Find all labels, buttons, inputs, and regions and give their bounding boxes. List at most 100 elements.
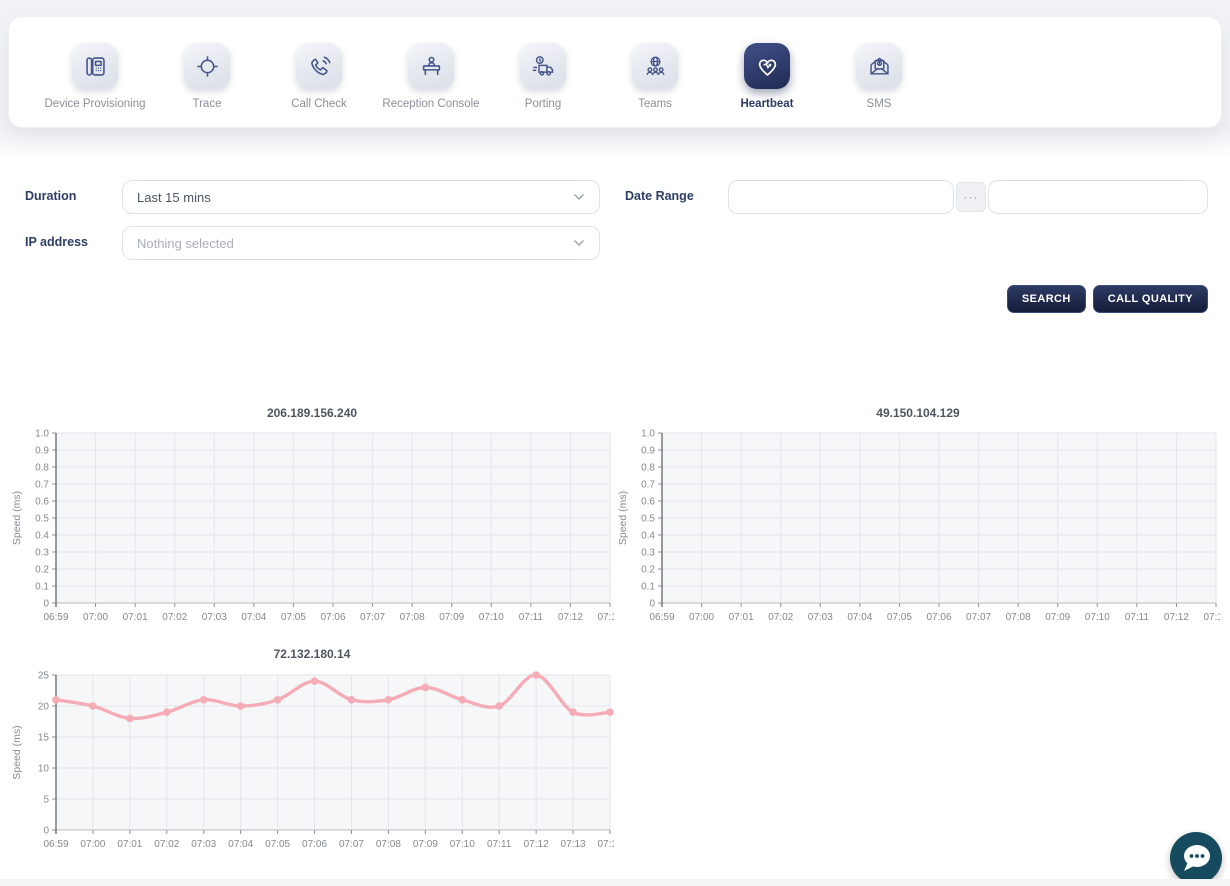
- svg-text:07:10: 07:10: [450, 839, 475, 850]
- svg-text:0.9: 0.9: [641, 446, 655, 457]
- nav-tile: [856, 43, 902, 89]
- line-chart-canvas: 051015202506:5907:0007:0107:0207:0307:04…: [10, 667, 614, 857]
- nav-item-trace[interactable]: Trace: [151, 43, 263, 110]
- svg-text:0.9: 0.9: [35, 446, 49, 457]
- svg-text:07:03: 07:03: [191, 839, 216, 850]
- search-button[interactable]: SEARCH: [1007, 285, 1086, 313]
- svg-text:1.0: 1.0: [35, 429, 49, 440]
- nav-label: Call Check: [291, 98, 347, 110]
- nav-label: Reception Console: [382, 98, 479, 110]
- svg-text:06:59: 06:59: [43, 839, 68, 850]
- date-range-end-input[interactable]: [988, 180, 1208, 214]
- nav-label: SMS: [867, 98, 892, 110]
- ip-address-select[interactable]: Nothing selected: [122, 226, 600, 260]
- svg-text:0: 0: [43, 826, 49, 837]
- svg-text:07:09: 07:09: [1045, 612, 1070, 623]
- action-buttons: SEARCH CALL QUALITY: [1007, 285, 1208, 313]
- svg-text:07:13: 07:13: [1203, 612, 1220, 623]
- svg-text:07:04: 07:04: [847, 612, 872, 623]
- nav-item-call-check[interactable]: Call Check: [263, 43, 375, 110]
- envelope-dollar-icon: [866, 53, 893, 80]
- heartbeat-chart-2: 49.150.104.129 00.10.20.30.40.50.60.70.8…: [616, 406, 1220, 631]
- chart-title: 72.132.180.14: [10, 647, 614, 667]
- svg-text:07:06: 07:06: [926, 612, 951, 623]
- svg-text:07:07: 07:07: [360, 612, 385, 623]
- crosshair-icon: [194, 53, 221, 80]
- page-bottom-strip: [0, 879, 1230, 886]
- svg-text:0.6: 0.6: [35, 497, 49, 508]
- duration-value: Last 15 mins: [137, 190, 573, 205]
- nav-item-heartbeat[interactable]: Heartbeat: [711, 43, 823, 110]
- ip-address-label: IP address: [25, 235, 88, 249]
- line-chart-canvas: 00.10.20.30.40.50.60.70.80.91.006:5907:0…: [616, 426, 1220, 631]
- svg-text:07:02: 07:02: [768, 612, 793, 623]
- svg-text:07:02: 07:02: [162, 612, 187, 623]
- svg-text:07:11: 07:11: [519, 612, 544, 623]
- svg-text:07:10: 07:10: [479, 612, 504, 623]
- heartbeat-chart-1: 206.189.156.240 00.10.20.30.40.50.60.70.…: [10, 406, 614, 631]
- truck-clock-icon: [530, 53, 557, 80]
- nav-label: Porting: [525, 98, 561, 110]
- svg-text:07:00: 07:00: [689, 612, 714, 623]
- svg-text:07:02: 07:02: [154, 839, 179, 850]
- svg-text:Speed (ms): Speed (ms): [11, 491, 23, 545]
- top-navigation: Device Provisioning Trace Call Check: [8, 16, 1222, 128]
- heartbeat-chart-3: 72.132.180.14 051015202506:5907:0007:010…: [10, 647, 614, 857]
- nav-item-reception-console[interactable]: Reception Console: [375, 43, 487, 110]
- chevron-down-icon: [573, 193, 585, 201]
- heart-pulse-icon: [754, 53, 781, 80]
- ip-address-placeholder: Nothing selected: [137, 236, 573, 251]
- svg-text:07:09: 07:09: [413, 839, 438, 850]
- nav-item-teams[interactable]: Teams: [599, 43, 711, 110]
- nav-label: Trace: [193, 98, 222, 110]
- svg-text:0.8: 0.8: [35, 463, 49, 474]
- chart-title: 49.150.104.129: [616, 406, 1220, 426]
- svg-text:07:04: 07:04: [241, 612, 266, 623]
- svg-text:07:07: 07:07: [339, 839, 364, 850]
- date-range-label: Date Range: [625, 189, 694, 203]
- svg-text:Speed (ms): Speed (ms): [617, 491, 629, 545]
- svg-text:06:59: 06:59: [649, 612, 674, 623]
- svg-text:07:08: 07:08: [1006, 612, 1031, 623]
- svg-text:10: 10: [38, 764, 50, 775]
- svg-text:0.8: 0.8: [641, 463, 655, 474]
- svg-text:1.0: 1.0: [641, 429, 655, 440]
- svg-text:0: 0: [43, 599, 49, 610]
- phone-waves-icon: [306, 53, 333, 80]
- svg-text:0.4: 0.4: [641, 531, 655, 542]
- svg-text:07:11: 07:11: [1125, 612, 1150, 623]
- svg-text:07:08: 07:08: [400, 612, 425, 623]
- svg-text:07:03: 07:03: [202, 612, 227, 623]
- svg-text:07:01: 07:01: [123, 612, 148, 623]
- chat-bubble-icon: [1170, 832, 1222, 884]
- fax-phone-icon: [82, 53, 109, 80]
- svg-text:07:00: 07:00: [83, 612, 108, 623]
- svg-text:07:11: 07:11: [487, 839, 512, 850]
- line-chart-canvas: 00.10.20.30.40.50.60.70.80.91.006:5907:0…: [10, 426, 614, 631]
- svg-text:07:05: 07:05: [281, 612, 306, 623]
- svg-text:0.5: 0.5: [35, 514, 49, 525]
- svg-text:0.3: 0.3: [641, 548, 655, 559]
- duration-select[interactable]: Last 15 mins: [122, 180, 600, 214]
- svg-text:07:01: 07:01: [729, 612, 754, 623]
- nav-tile: [632, 43, 678, 89]
- chat-widget-button[interactable]: [1170, 832, 1222, 884]
- svg-text:0.6: 0.6: [641, 497, 655, 508]
- nav-item-porting[interactable]: Porting: [487, 43, 599, 110]
- svg-text:07:13: 07:13: [561, 839, 586, 850]
- svg-text:25: 25: [38, 671, 50, 682]
- svg-text:0: 0: [649, 599, 655, 610]
- call-quality-button[interactable]: CALL QUALITY: [1093, 285, 1208, 313]
- nav-label: Heartbeat: [740, 98, 793, 110]
- nav-tile-active: [744, 43, 790, 89]
- date-range-start-input[interactable]: [728, 180, 954, 214]
- nav-item-sms[interactable]: SMS: [823, 43, 935, 110]
- svg-text:07:12: 07:12: [1164, 612, 1189, 623]
- chevron-down-icon: [573, 239, 585, 247]
- svg-text:0.4: 0.4: [35, 531, 49, 542]
- svg-text:07:05: 07:05: [265, 839, 290, 850]
- date-range-separator: ···: [956, 182, 986, 212]
- nav-item-device-provisioning[interactable]: Device Provisioning: [39, 43, 151, 110]
- svg-text:0.7: 0.7: [35, 480, 49, 491]
- duration-label: Duration: [25, 189, 76, 203]
